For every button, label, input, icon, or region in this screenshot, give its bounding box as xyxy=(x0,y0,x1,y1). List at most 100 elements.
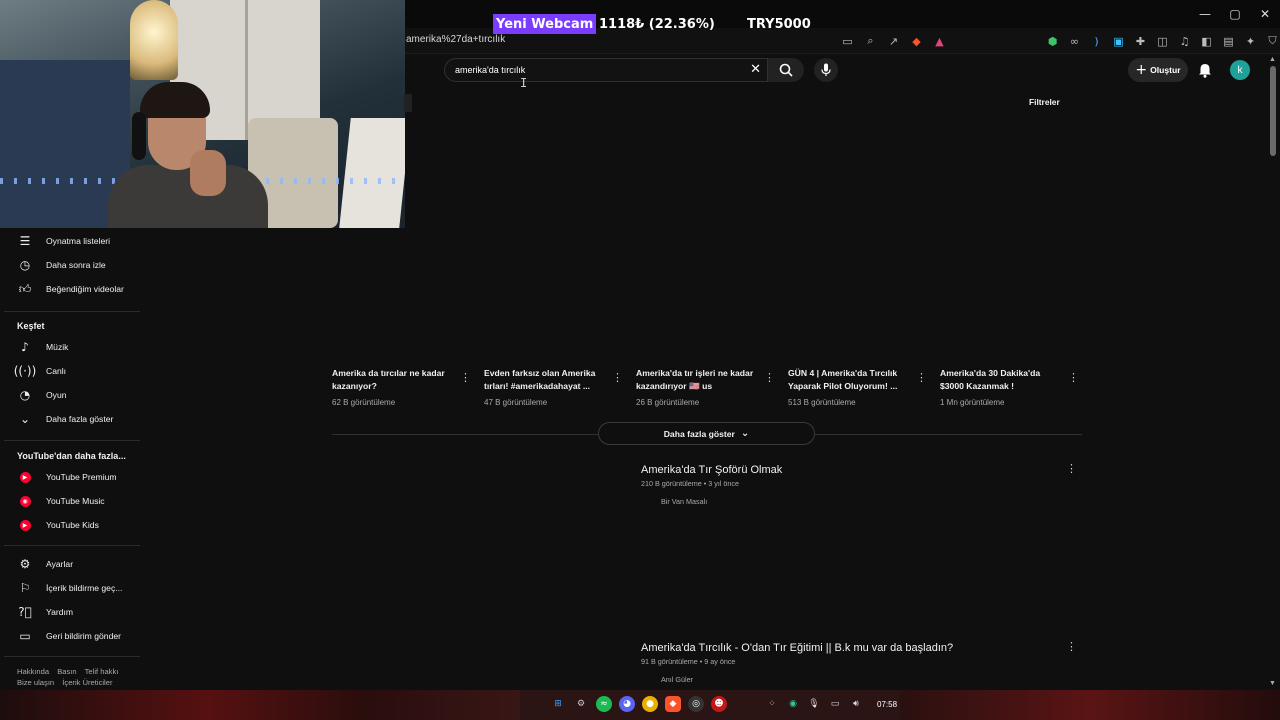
search-box[interactable]: amerika'da tırcılık ✕ xyxy=(444,58,768,82)
footer-link-creators[interactable]: İçerik Üreticiler xyxy=(62,678,112,687)
webcam-feed xyxy=(0,0,405,228)
search-button[interactable] xyxy=(768,58,804,82)
sidebar-item-settings[interactable]: ⚙ Ayarlar xyxy=(0,552,140,576)
more-vert-icon[interactable]: ⋮ xyxy=(916,371,927,384)
short-title[interactable]: Amerika da tırcılar ne kadar kazanıyor? xyxy=(332,367,456,393)
video-channel[interactable]: Anıl Güler xyxy=(661,675,953,684)
sidebar-item-youtube-kids[interactable]: ▶ YouTube Kids xyxy=(0,513,140,537)
short-views: 26 B görüntüleme xyxy=(636,398,700,407)
more-vert-icon[interactable]: ⋮ xyxy=(460,371,471,384)
sidebar-item-live[interactable]: ((·)) Canlı xyxy=(0,359,140,383)
short-card[interactable]: GÜN 4 | Amerika'da Tırcılık Yaparak Pilo… xyxy=(788,367,927,407)
tray-grid-icon[interactable]: ⁘ xyxy=(764,696,780,712)
create-button[interactable]: + Oluştur xyxy=(1128,58,1188,82)
more-vert-icon[interactable]: ⋮ xyxy=(1066,640,1077,653)
scroll-thumb[interactable] xyxy=(1270,66,1276,156)
sidebar-item-show-more[interactable]: ⌄ Daha fazla göster xyxy=(0,407,140,431)
voice-search-button[interactable] xyxy=(814,58,838,82)
chip-scroll-left[interactable] xyxy=(404,94,412,112)
video-title[interactable]: Amerika'da Tır Şoförü Olmak xyxy=(641,464,782,476)
shield-icon[interactable]: ⛉ xyxy=(1263,32,1280,50)
more-vert-icon[interactable]: ⋮ xyxy=(764,371,775,384)
brave-shield-icon[interactable]: ◆ xyxy=(907,32,926,50)
obs-icon[interactable]: ◎ xyxy=(688,696,704,712)
sidebar-item-gaming[interactable]: ◔ Oyun xyxy=(0,383,140,407)
short-card[interactable]: Amerika'da 30 Dakika'da $3000 Kazanmak !… xyxy=(940,367,1079,407)
sidebar-divider xyxy=(4,545,140,546)
short-title[interactable]: GÜN 4 | Amerika'da Tırcılık Yaparak Pilo… xyxy=(788,367,912,393)
taskbar-clock[interactable]: 07:58 xyxy=(877,700,897,709)
vpn-shield-icon[interactable]: ⬢ xyxy=(1043,32,1062,50)
discord-icon[interactable]: ◕ xyxy=(619,696,635,712)
video-channel[interactable]: Bir Van Masalı xyxy=(661,497,782,506)
more-vert-icon[interactable]: ⋮ xyxy=(1066,462,1077,475)
sidebar-item-playlists[interactable]: ☰ Oynatma listeleri xyxy=(0,229,140,253)
sidebar-heading-explore: Keşfet xyxy=(17,321,45,331)
sidebar-item-watch-later[interactable]: ◷ Daha sonra izle xyxy=(0,253,140,277)
glasses-icon[interactable]: ∞ xyxy=(1065,32,1084,50)
spotify-icon[interactable]: ≈ xyxy=(596,696,612,712)
sidebar-item-label: Oyun xyxy=(46,390,67,400)
more-vert-icon[interactable]: ⋮ xyxy=(612,371,623,384)
minimize-button[interactable]: — xyxy=(1190,0,1220,28)
sidebar-item-send-feedback[interactable]: ▭ Geri bildirim gönder xyxy=(0,624,140,648)
short-card[interactable]: Evden farksız olan Amerika tırları! #ame… xyxy=(484,367,623,407)
video-result[interactable]: Amerika'da Tırcılık - O'dan Tır Eğitimi … xyxy=(641,642,953,684)
microphone-icon[interactable]: 🎙︎ xyxy=(806,696,822,712)
share-icon[interactable]: ↗ xyxy=(884,32,903,50)
sidebar-item-liked-videos[interactable]: 👍︎ Beğendiğim videolar xyxy=(0,277,140,301)
tray-app-icon[interactable]: ◉ xyxy=(785,696,801,712)
short-card[interactable]: Amerika'da tır işleri ne kadar kazandırı… xyxy=(636,367,775,407)
notifications-button[interactable] xyxy=(1196,60,1214,80)
zoom-icon[interactable]: ⌕ xyxy=(861,32,880,50)
gear-icon: ⚙ xyxy=(19,557,31,571)
show-more-button[interactable]: Daha fazla göster ⌄ xyxy=(598,422,815,445)
sidebar-item-help[interactable]: ?⃝ Yardım xyxy=(0,600,140,624)
scrollbar[interactable]: ▲ ▼ xyxy=(1268,56,1280,690)
windows-start-icon[interactable]: ⊞ xyxy=(550,696,566,712)
music-icon[interactable]: ♫ xyxy=(1175,32,1194,50)
sidebar-toggle-icon[interactable]: ◧ xyxy=(1197,32,1216,50)
video-result[interactable]: Amerika'da Tır Şoförü Olmak 210 B görünt… xyxy=(641,464,782,506)
screenshot-icon[interactable]: ◫ xyxy=(1153,32,1172,50)
bluetooth-icon[interactable]: ) xyxy=(1087,32,1106,50)
scroll-down-icon[interactable]: ▼ xyxy=(1269,680,1276,687)
thumbs-up-icon: 👍︎ xyxy=(18,281,32,296)
wallet-icon[interactable]: ▣ xyxy=(1109,32,1128,50)
volume-icon[interactable]: 🔊︎ xyxy=(848,696,864,712)
maximize-button[interactable]: ▢ xyxy=(1220,0,1250,28)
app-red-icon[interactable]: ☻ xyxy=(711,696,727,712)
brave-rewards-icon[interactable]: ▲ xyxy=(930,32,949,50)
sidebar-item-report-history[interactable]: ⚐ İçerik bildirme geç... xyxy=(0,576,140,600)
short-card[interactable]: Amerika da tırcılar ne kadar kazanıyor? … xyxy=(332,367,471,407)
footer-link-press[interactable]: Basın xyxy=(57,667,76,676)
avatar[interactable]: k xyxy=(1230,60,1250,80)
sidebar-divider xyxy=(4,656,140,657)
taskbar: ⊞ ⚙ ≈ ◕ ● ◆ ◎ ☻ ⁘ ◉ 🎙︎ ▭ 🔊︎ 07:58 xyxy=(0,690,1280,720)
chrome-icon[interactable]: ● xyxy=(642,696,658,712)
display-icon[interactable]: ▭ xyxy=(827,696,843,712)
search-input[interactable]: amerika'da tırcılık xyxy=(455,65,525,75)
video-title[interactable]: Amerika'da Tırcılık - O'dan Tır Eğitimi … xyxy=(641,642,953,654)
puzzle-icon[interactable]: ✚ xyxy=(1131,32,1150,50)
settings-app-icon[interactable]: ⚙ xyxy=(573,696,589,712)
sidebar-item-youtube-music[interactable]: ◉ YouTube Music xyxy=(0,489,140,513)
footer-link-about[interactable]: Hakkında xyxy=(17,667,49,676)
scroll-up-icon[interactable]: ▲ xyxy=(1269,56,1276,63)
footer-link-contact[interactable]: Bize ulaşın xyxy=(17,678,54,687)
filters-button[interactable]: Filtreler xyxy=(1029,97,1060,107)
clear-search-icon[interactable]: ✕ xyxy=(750,62,761,77)
brave-icon[interactable]: ◆ xyxy=(665,696,681,712)
short-title[interactable]: Amerika'da tır işleri ne kadar kazandırı… xyxy=(636,367,760,393)
wallet-alt-icon[interactable]: ▤ xyxy=(1219,32,1238,50)
sidebar-item-music[interactable]: ♪ Müzik xyxy=(0,335,140,359)
url-text[interactable]: amerika%27da+tırcılık xyxy=(406,34,505,45)
ai-sparkle-icon[interactable]: ✦ xyxy=(1241,32,1260,50)
footer-link-copyright[interactable]: Telif hakkı xyxy=(85,667,119,676)
sidebar-item-youtube-premium[interactable]: ▶ YouTube Premium xyxy=(0,465,140,489)
cast-icon[interactable]: ▭ xyxy=(838,32,857,50)
short-title[interactable]: Evden farksız olan Amerika tırları! #ame… xyxy=(484,367,608,393)
more-vert-icon[interactable]: ⋮ xyxy=(1068,371,1079,384)
close-window-button[interactable]: ✕ xyxy=(1250,0,1280,28)
short-title[interactable]: Amerika'da 30 Dakika'da $3000 Kazanmak ! xyxy=(940,367,1064,393)
